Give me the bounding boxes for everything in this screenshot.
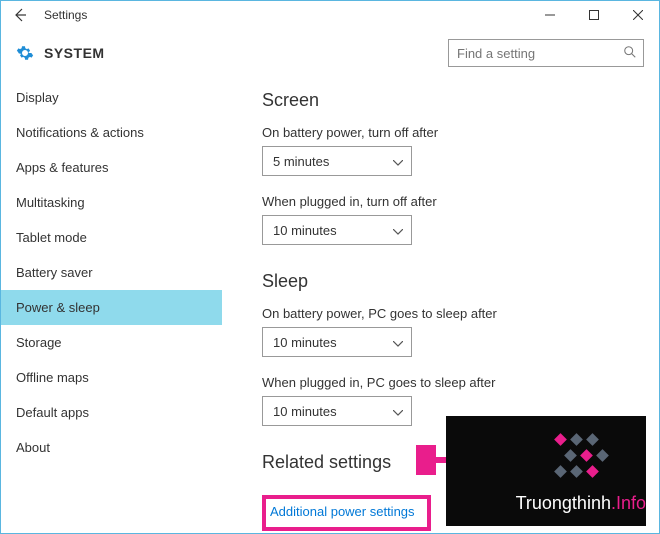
sleep-plugged-dropdown[interactable]: 10 minutes	[262, 396, 412, 426]
sidebar-item-tablet[interactable]: Tablet mode	[0, 220, 222, 255]
page-title: SYSTEM	[44, 45, 105, 61]
chevron-down-icon	[393, 404, 403, 419]
sidebar-item-offline-maps[interactable]: Offline maps	[0, 360, 222, 395]
dropdown-value: 5 minutes	[273, 154, 329, 169]
dropdown-value: 10 minutes	[273, 335, 337, 350]
sleep-section-title: Sleep	[262, 271, 660, 292]
header: SYSTEM	[0, 30, 660, 76]
chevron-down-icon	[393, 223, 403, 238]
sidebar-item-storage[interactable]: Storage	[0, 325, 222, 360]
maximize-icon	[589, 10, 599, 20]
search-input[interactable]	[457, 46, 635, 61]
chevron-down-icon	[393, 335, 403, 350]
minimize-button[interactable]	[528, 0, 572, 30]
content: Screen On battery power, turn off after …	[222, 76, 660, 534]
sidebar-item-notifications[interactable]: Notifications & actions	[0, 115, 222, 150]
close-icon	[633, 10, 643, 20]
annotation-highlight-box: Additional power settings	[262, 495, 431, 531]
back-arrow-icon	[12, 7, 28, 23]
search-box[interactable]	[448, 39, 644, 67]
sleep-plugged-label: When plugged in, PC goes to sleep after	[262, 375, 660, 390]
sidebar: Display Notifications & actions Apps & f…	[0, 76, 222, 534]
screen-section-title: Screen	[262, 90, 660, 111]
sidebar-item-about[interactable]: About	[0, 430, 222, 465]
sidebar-item-display[interactable]: Display	[0, 80, 222, 115]
sidebar-item-battery[interactable]: Battery saver	[0, 255, 222, 290]
dropdown-value: 10 minutes	[273, 404, 337, 419]
additional-power-settings-link[interactable]: Additional power settings	[270, 504, 415, 519]
sleep-battery-dropdown[interactable]: 10 minutes	[262, 327, 412, 357]
window-controls	[528, 0, 660, 30]
screen-plugged-label: When plugged in, turn off after	[262, 194, 660, 209]
close-button[interactable]	[616, 0, 660, 30]
screen-battery-dropdown[interactable]: 5 minutes	[262, 146, 412, 176]
related-section-title: Related settings	[262, 452, 660, 473]
minimize-icon	[545, 10, 555, 20]
chevron-down-icon	[393, 154, 403, 169]
sidebar-item-power-sleep[interactable]: Power & sleep	[0, 290, 222, 325]
dropdown-value: 10 minutes	[273, 223, 337, 238]
back-button[interactable]	[8, 3, 32, 27]
titlebar: Settings	[0, 0, 660, 30]
screen-battery-label: On battery power, turn off after	[262, 125, 660, 140]
sidebar-item-multitasking[interactable]: Multitasking	[0, 185, 222, 220]
sidebar-item-default-apps[interactable]: Default apps	[0, 395, 222, 430]
sleep-battery-label: On battery power, PC goes to sleep after	[262, 306, 660, 321]
window-title: Settings	[44, 8, 87, 22]
maximize-button[interactable]	[572, 0, 616, 30]
search-icon	[623, 45, 637, 62]
sidebar-item-apps[interactable]: Apps & features	[0, 150, 222, 185]
screen-plugged-dropdown[interactable]: 10 minutes	[262, 215, 412, 245]
gear-icon	[16, 44, 34, 62]
